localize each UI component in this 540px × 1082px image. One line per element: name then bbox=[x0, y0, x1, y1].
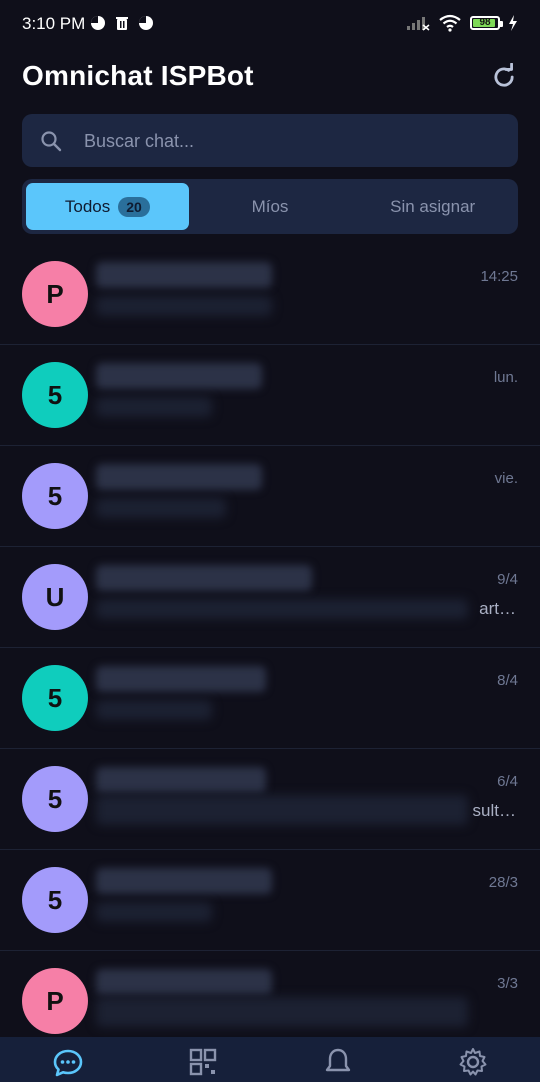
redacted-name bbox=[96, 464, 262, 490]
chat-time: 3/3 bbox=[497, 975, 518, 992]
redacted-preview bbox=[96, 296, 272, 316]
status-bar: 3:10 PM 98 bbox=[0, 0, 540, 50]
tab-todos[interactable]: Todos 20 bbox=[26, 183, 189, 230]
chat-time: 14:25 bbox=[480, 268, 518, 285]
avatar: P bbox=[22, 261, 88, 327]
redacted-name bbox=[96, 969, 272, 995]
search-bar[interactable] bbox=[22, 114, 518, 169]
preview-tail: sult… bbox=[472, 801, 516, 820]
redacted-name bbox=[96, 565, 312, 591]
refresh-icon[interactable] bbox=[490, 63, 518, 91]
redacted-name bbox=[96, 363, 262, 389]
tab-label: Todos bbox=[64, 196, 111, 216]
avatar: 5 bbox=[22, 665, 88, 731]
wifi-icon bbox=[439, 14, 461, 32]
signal-icon bbox=[407, 17, 430, 31]
avatar: 5 bbox=[22, 766, 88, 832]
redacted-preview bbox=[96, 997, 468, 1027]
tab-sin-asignar[interactable]: Sin asignar bbox=[351, 183, 514, 230]
avatar: P bbox=[22, 968, 88, 1034]
redacted-name bbox=[96, 868, 272, 894]
redacted-name bbox=[96, 666, 266, 692]
redacted-preview bbox=[96, 498, 226, 518]
chat-row[interactable]: 5 lun. bbox=[0, 345, 540, 446]
chat-time: 6/4 bbox=[497, 773, 518, 790]
avatar: 5 bbox=[22, 362, 88, 428]
tab-mios[interactable]: Míos bbox=[189, 183, 352, 230]
app-notification-icon bbox=[139, 16, 153, 30]
redacted-name bbox=[96, 262, 272, 288]
page-title: Omnichat ISPBot bbox=[22, 60, 254, 91]
chat-row[interactable]: 5 8/4 bbox=[0, 648, 540, 749]
redacted-preview bbox=[96, 397, 212, 417]
nav-chats[interactable] bbox=[0, 1037, 135, 1082]
app-notification-icon bbox=[91, 16, 105, 30]
nav-qr[interactable] bbox=[135, 1037, 270, 1082]
nav-notifications[interactable] bbox=[270, 1037, 405, 1082]
chat-bubble-icon bbox=[53, 1049, 82, 1077]
nav-settings[interactable] bbox=[405, 1037, 540, 1082]
filter-tabs: Todos 20 Míos Sin asignar bbox=[22, 179, 518, 234]
chat-row[interactable]: 5 vie. bbox=[0, 446, 540, 547]
redacted-preview bbox=[96, 902, 212, 922]
avatar: 5 bbox=[22, 867, 88, 933]
preview-tail: art… bbox=[479, 599, 516, 618]
bottom-navigation bbox=[0, 1037, 540, 1082]
avatar: U bbox=[22, 564, 88, 630]
redacted-preview bbox=[96, 700, 212, 720]
chat-list: P 14:25 5 lun. 5 vie. U 9/4 art… 5 8/4 5… bbox=[0, 244, 540, 1052]
chat-time: lun. bbox=[493, 369, 518, 386]
tab-label: Sin asignar bbox=[390, 196, 476, 216]
charging-icon bbox=[509, 15, 517, 31]
tab-label: Míos bbox=[251, 196, 289, 216]
battery-icon: 98 bbox=[470, 16, 503, 30]
redacted-preview bbox=[96, 795, 468, 825]
chat-row[interactable]: 5 28/3 bbox=[0, 850, 540, 951]
chat-row[interactable]: 5 6/4 sult… bbox=[0, 749, 540, 850]
redacted-preview bbox=[96, 599, 468, 619]
gear-icon bbox=[459, 1048, 486, 1076]
battery-level: 98 bbox=[479, 17, 491, 28]
chat-time: 28/3 bbox=[488, 874, 518, 891]
chat-row[interactable]: U 9/4 art… bbox=[0, 547, 540, 648]
search-input[interactable] bbox=[82, 114, 506, 169]
search-icon bbox=[41, 131, 62, 152]
chat-time: 8/4 bbox=[497, 672, 518, 689]
status-time: 3:10 PM bbox=[22, 14, 86, 33]
trash-icon bbox=[116, 17, 128, 30]
qr-code-icon bbox=[189, 1048, 216, 1076]
redacted-name bbox=[96, 767, 266, 793]
count-badge: 20 bbox=[118, 196, 150, 217]
chat-time: 9/4 bbox=[497, 571, 518, 588]
avatar: 5 bbox=[22, 463, 88, 529]
chat-row[interactable]: P 14:25 bbox=[0, 244, 540, 345]
bell-icon bbox=[325, 1048, 350, 1072]
chat-time: vie. bbox=[494, 470, 518, 487]
